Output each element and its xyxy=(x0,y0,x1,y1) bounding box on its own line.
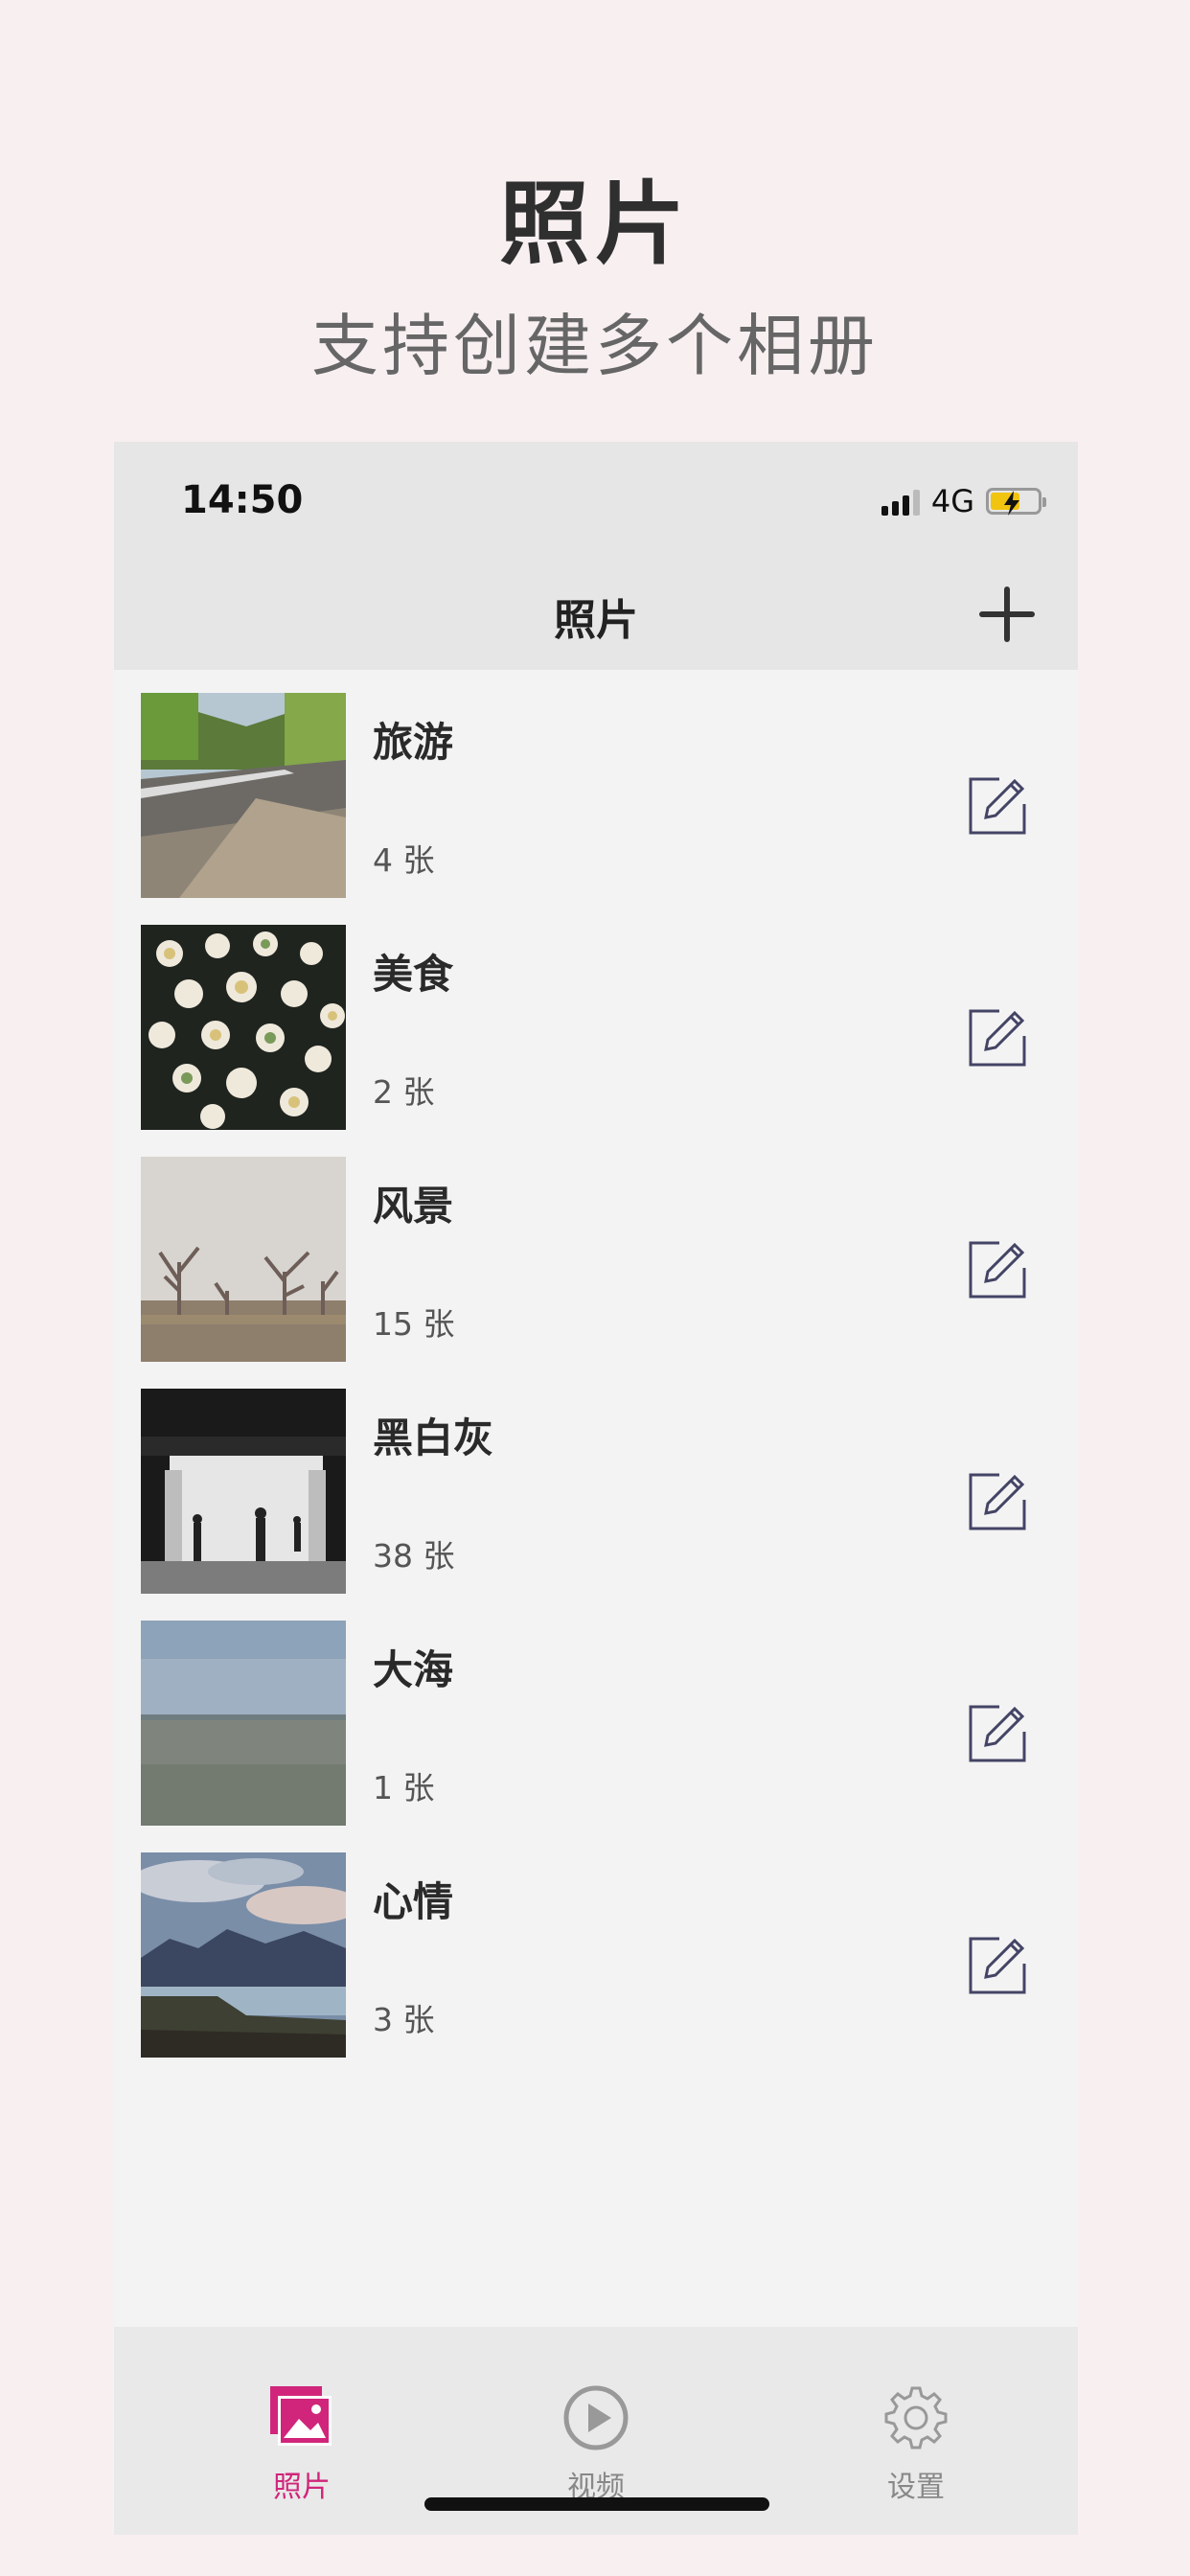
edit-icon xyxy=(969,1009,1026,1067)
edit-album-button[interactable] xyxy=(967,1471,1028,1532)
album-name: 美食 xyxy=(373,951,454,998)
album-row-scenery[interactable]: 风景 15 张 xyxy=(114,1134,1078,1366)
promo-subtitle: 支持创建多个相册 xyxy=(311,307,879,385)
edit-icon xyxy=(969,1473,1026,1530)
album-name: 黑白灰 xyxy=(373,1414,494,1461)
gear-icon xyxy=(884,2386,948,2450)
album-count: 1 张 xyxy=(373,1769,435,1806)
edit-album-button[interactable] xyxy=(967,1239,1028,1300)
network-type: 4G xyxy=(930,483,974,519)
album-thumbnail-trees xyxy=(141,1157,346,1362)
edit-icon xyxy=(969,1937,1026,1994)
edit-album-button[interactable] xyxy=(967,1703,1028,1764)
edit-icon xyxy=(969,777,1026,835)
tab-settings[interactable]: 设置 xyxy=(830,2384,1002,2505)
album-list: 旅游 4 张 美食 2 张 风景 15 张 黑白灰 38 张 大海 1 张 心情… xyxy=(114,670,1078,2061)
signal-icon xyxy=(881,487,920,516)
tab-label: 设置 xyxy=(887,2471,945,2504)
edit-icon xyxy=(969,1705,1026,1762)
photo-icon xyxy=(270,2386,332,2446)
album-count: 15 张 xyxy=(373,1305,455,1343)
add-album-button[interactable] xyxy=(976,584,1038,645)
album-thumbnail-road xyxy=(141,693,346,898)
album-count: 3 张 xyxy=(373,2001,435,2038)
album-thumbnail-mountains xyxy=(141,1852,346,2058)
status-time: 14:50 xyxy=(181,478,304,522)
battery-charging-icon xyxy=(986,488,1046,516)
album-name: 风景 xyxy=(373,1183,454,1230)
status-bar: 14:50 4G xyxy=(114,442,1078,557)
edit-album-button[interactable] xyxy=(967,1007,1028,1069)
edit-album-button[interactable] xyxy=(967,1935,1028,1996)
tab-videos[interactable]: 视频 xyxy=(510,2384,682,2505)
album-row-monochrome[interactable]: 黑白灰 38 张 xyxy=(114,1366,1078,1598)
album-count: 4 张 xyxy=(373,841,435,879)
album-row-travel[interactable]: 旅游 4 张 xyxy=(114,670,1078,902)
album-count: 2 张 xyxy=(373,1073,435,1111)
page-title: 照片 xyxy=(554,596,638,645)
phone-screen: 14:50 4G 照片 旅游 4 张 美食 2 张 风景 15 张 黑白灰 38… xyxy=(114,442,1078,2535)
album-thumbnail-tunnel xyxy=(141,1389,346,1594)
album-row-food[interactable]: 美食 2 张 xyxy=(114,902,1078,1134)
navigation-bar: 照片 xyxy=(114,557,1078,670)
album-name: 旅游 xyxy=(373,719,454,766)
home-indicator[interactable] xyxy=(424,2497,769,2511)
album-name: 心情 xyxy=(373,1878,454,1925)
album-thumbnail-sea xyxy=(141,1621,346,1826)
plus-icon xyxy=(979,586,1035,642)
album-count: 38 张 xyxy=(373,1537,455,1575)
edit-album-button[interactable] xyxy=(967,775,1028,837)
promo-title: 照片 xyxy=(498,172,691,277)
play-icon xyxy=(563,2385,629,2450)
album-row-mood[interactable]: 心情 3 张 xyxy=(114,1829,1078,2061)
album-thumbnail-food xyxy=(141,925,346,1130)
edit-icon xyxy=(969,1241,1026,1299)
album-name: 大海 xyxy=(373,1646,454,1693)
album-row-sea[interactable]: 大海 1 张 xyxy=(114,1598,1078,1829)
status-indicators: 4G xyxy=(881,480,1046,522)
tab-label: 照片 xyxy=(273,2471,331,2504)
tab-photos[interactable]: 照片 xyxy=(216,2384,388,2505)
